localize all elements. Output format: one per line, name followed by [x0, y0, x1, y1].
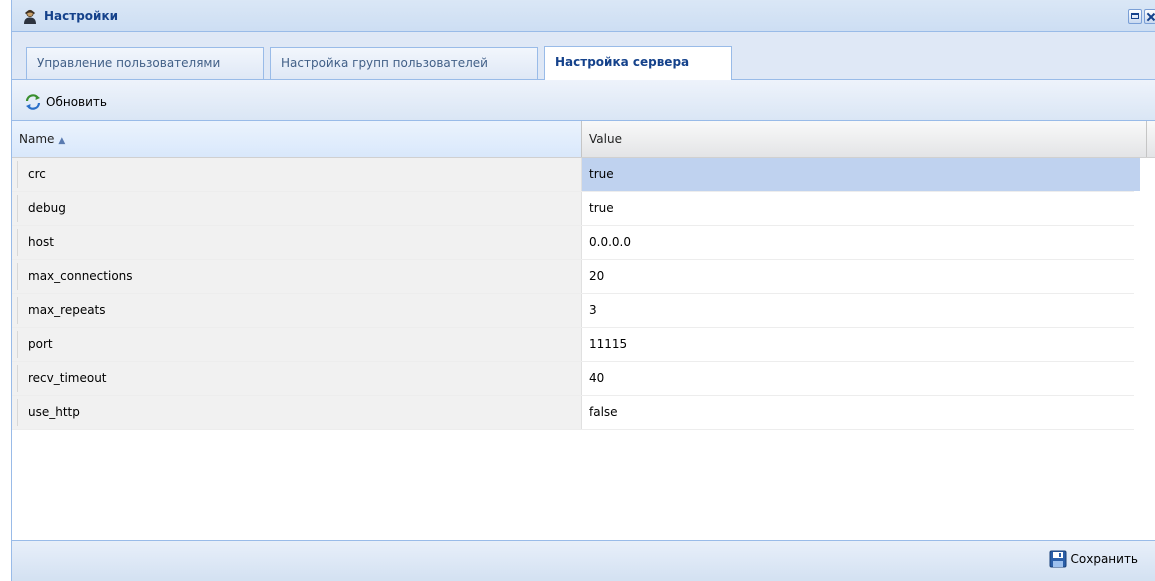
- table-row[interactable]: recv_timeout 40: [12, 362, 1134, 396]
- table-row[interactable]: use_http false: [12, 396, 1134, 430]
- property-name: port: [12, 328, 582, 361]
- property-name: max_connections: [12, 260, 582, 293]
- property-name: recv_timeout: [12, 362, 582, 395]
- tab-strip: Управление пользователями Настройка груп…: [12, 32, 1155, 80]
- table-row[interactable]: host 0.0.0.0: [12, 226, 1134, 260]
- sort-ascending-icon: ▲: [58, 136, 66, 146]
- table-row[interactable]: crc true: [12, 158, 1140, 192]
- user-icon: [24, 9, 36, 24]
- maximize-icon[interactable]: [1128, 9, 1142, 24]
- refresh-button[interactable]: Обновить: [24, 92, 107, 112]
- floppy-disk-icon: [1049, 550, 1066, 568]
- tab-user-management[interactable]: Управление пользователями: [26, 47, 264, 79]
- property-value[interactable]: 0.0.0.0: [582, 226, 1134, 259]
- property-value[interactable]: 20: [582, 260, 1134, 293]
- property-name: use_http: [12, 396, 582, 429]
- grid-header: Name ▲ Value: [12, 121, 1155, 158]
- refresh-icon: [25, 94, 41, 110]
- property-value[interactable]: 3: [582, 294, 1134, 327]
- save-button[interactable]: Сохранить: [1049, 548, 1139, 570]
- property-value[interactable]: 11115: [582, 328, 1134, 361]
- column-header-value-label: Value: [589, 132, 622, 146]
- table-row[interactable]: max_repeats 3: [12, 294, 1134, 328]
- save-label: Сохранить: [1070, 552, 1139, 566]
- grid-rows: crc true debug true host 0.0.0.0 max_con…: [12, 158, 1155, 430]
- property-name: host: [12, 226, 582, 259]
- toolbar: Обновить: [12, 80, 1155, 121]
- table-row[interactable]: port 11115: [12, 328, 1134, 362]
- close-icon[interactable]: [1144, 9, 1155, 24]
- property-value[interactable]: false: [582, 396, 1134, 429]
- bottom-toolbar: [12, 540, 1155, 581]
- refresh-label: Обновить: [46, 95, 107, 109]
- property-value[interactable]: true: [582, 158, 1140, 191]
- column-header-name-label: Name: [19, 132, 55, 146]
- property-name: crc: [12, 158, 582, 191]
- property-name: debug: [12, 192, 582, 225]
- tab-server-settings[interactable]: Настройка сервера: [544, 46, 732, 80]
- table-row[interactable]: max_connections 20: [12, 260, 1134, 294]
- settings-window: Настройки Управление пользователями Наст…: [11, 0, 1155, 581]
- property-value[interactable]: true: [582, 192, 1134, 225]
- properties-grid: Name ▲ Value crc true debug true host 0.0…: [12, 121, 1155, 568]
- window-titlebar[interactable]: Настройки: [12, 0, 1155, 32]
- column-header-name[interactable]: Name ▲: [12, 121, 582, 157]
- window-title: Настройки: [44, 9, 119, 23]
- table-row[interactable]: debug true: [12, 192, 1134, 226]
- tab-user-groups[interactable]: Настройка групп пользователей: [270, 47, 538, 79]
- property-name: max_repeats: [12, 294, 582, 327]
- property-value[interactable]: 40: [582, 362, 1134, 395]
- column-header-value[interactable]: Value: [582, 121, 1147, 157]
